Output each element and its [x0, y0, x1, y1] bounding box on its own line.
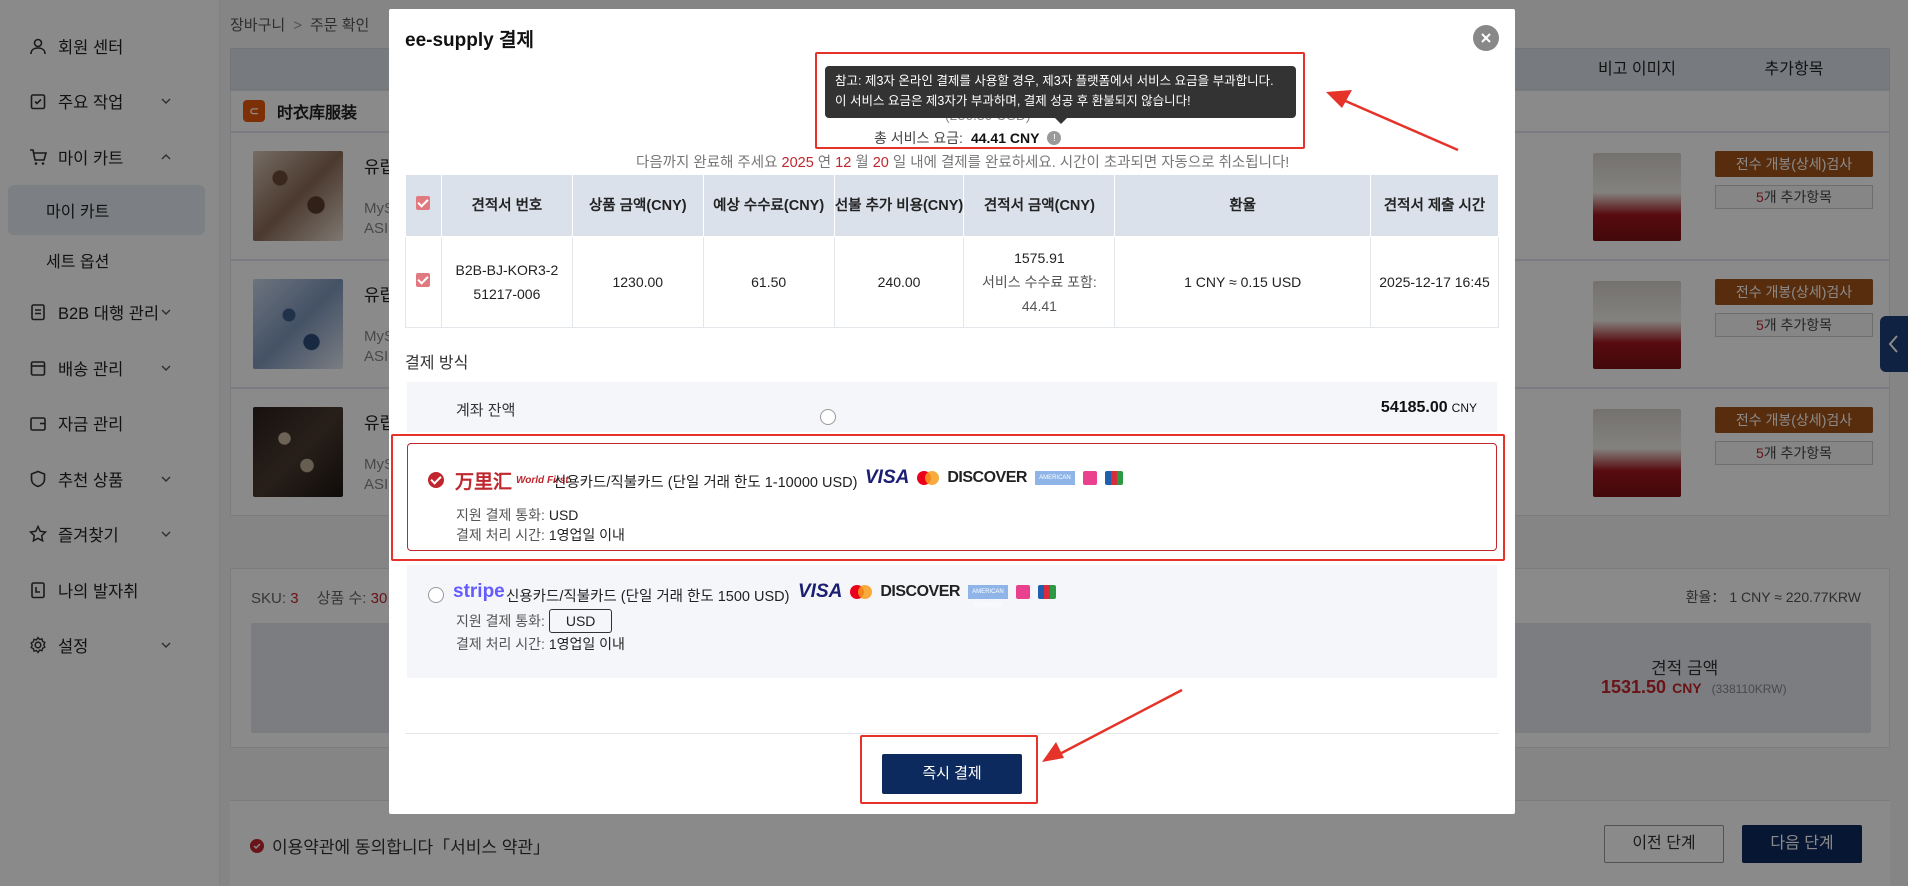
annotation-arrows [1042, 90, 1459, 762]
arrow-head [1042, 742, 1064, 762]
arrow-line [1333, 94, 1459, 152]
arrow-line [1051, 688, 1183, 760]
arrow-head [1326, 90, 1352, 108]
